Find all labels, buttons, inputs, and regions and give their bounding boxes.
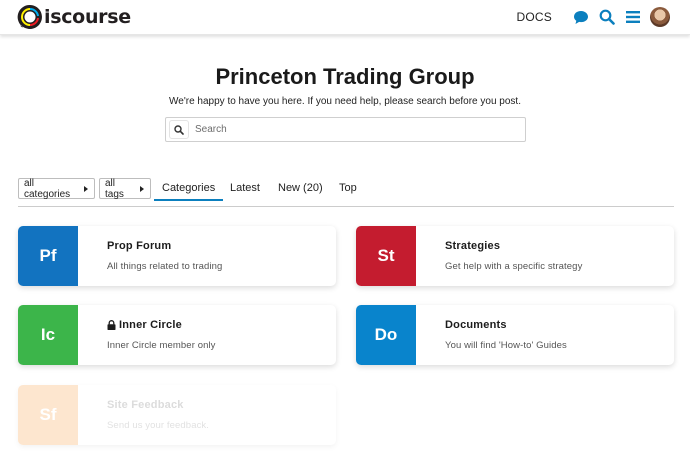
- site-header: iscourse DOCS: [0, 0, 690, 35]
- category-description: Send us your feedback.: [107, 420, 210, 431]
- category-name-row[interactable]: Inner Circle: [107, 319, 216, 331]
- category-navigation: all categories all tags Categories Lates…: [18, 177, 674, 207]
- category-badge: Pf: [18, 226, 78, 286]
- caret-right-icon: [140, 185, 144, 192]
- search-input[interactable]: Search: [195, 124, 227, 135]
- category-card-prop-forum[interactable]: Pf Prop Forum All things related to trad…: [18, 226, 336, 286]
- category-name: Inner Circle: [119, 319, 182, 331]
- chat-icon[interactable]: [572, 8, 590, 26]
- categories-dropdown-label: all categories: [24, 177, 71, 200]
- category-description: Inner Circle member only: [107, 340, 216, 351]
- banner-title: Princeton Trading Group: [215, 64, 475, 89]
- category-badge: Sf: [18, 385, 78, 445]
- search-icon: [174, 124, 184, 135]
- tab-latest[interactable]: Latest: [230, 180, 260, 198]
- tags-dropdown[interactable]: all tags: [99, 177, 151, 200]
- caret-right-icon: [84, 185, 88, 192]
- discourse-logo[interactable]: iscourse: [17, 4, 131, 30]
- discourse-logo-icon: [17, 4, 42, 29]
- search-button[interactable]: [169, 120, 189, 139]
- banner-subtitle: We're happy to have you here. If you nee…: [169, 96, 521, 107]
- tags-dropdown-label: all tags: [105, 177, 124, 200]
- category-card-inner-circle[interactable]: Ic Inner Circle Inner Circle member only: [18, 305, 336, 365]
- category-badge: St: [356, 226, 416, 286]
- category-card-strategies[interactable]: St Strategies Get help with a specific s…: [356, 226, 674, 286]
- category-description: You will find 'How-to' Guides: [445, 340, 567, 351]
- category-badge: Ic: [18, 305, 78, 365]
- category-description: All things related to trading: [107, 261, 223, 272]
- search-bar[interactable]: Search: [165, 117, 526, 142]
- category-card-site-feedback[interactable]: Sf Site Feedback Send us your feedback.: [18, 385, 336, 445]
- lock-icon: [107, 320, 116, 330]
- tab-new[interactable]: New (20): [278, 180, 323, 198]
- category-badge: Do: [356, 305, 416, 365]
- logo-text: iscourse: [44, 6, 131, 28]
- menu-icon[interactable]: [624, 8, 642, 26]
- docs-link[interactable]: DOCS: [517, 10, 552, 24]
- category-card-documents[interactable]: Do Documents You will find 'How-to' Guid…: [356, 305, 674, 365]
- categories-dropdown[interactable]: all categories: [18, 177, 95, 200]
- category-name[interactable]: Site Feedback: [107, 399, 209, 411]
- category-name[interactable]: Prop Forum: [107, 240, 222, 252]
- user-avatar[interactable]: [650, 7, 670, 27]
- tab-top[interactable]: Top: [339, 180, 357, 198]
- category-name[interactable]: Documents: [445, 319, 567, 331]
- category-name[interactable]: Strategies: [445, 240, 582, 252]
- search-icon[interactable]: [598, 8, 616, 26]
- category-description: Get help with a specific strategy: [445, 261, 583, 272]
- tab-categories[interactable]: Categories: [154, 180, 224, 201]
